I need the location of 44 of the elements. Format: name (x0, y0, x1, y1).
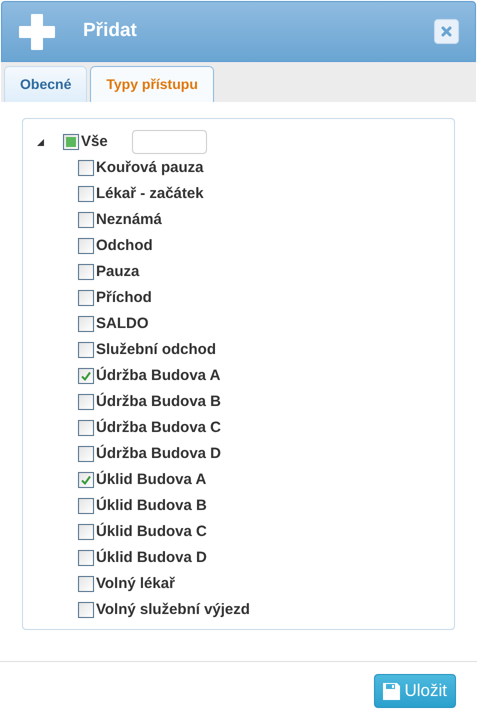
window-title: Přidat (83, 19, 137, 44)
checkbox[interactable] (78, 498, 94, 514)
checkbox[interactable] (78, 342, 94, 358)
tree-item[interactable]: Služební odchod (96, 338, 216, 362)
close-icon (441, 26, 452, 37)
tree-item[interactable]: Úklid Budova C (96, 520, 207, 544)
checkbox[interactable] (63, 134, 79, 150)
checkbox[interactable] (78, 290, 94, 306)
checkbox[interactable] (78, 446, 94, 462)
checkbox[interactable] (78, 212, 94, 228)
checkbox[interactable] (78, 186, 94, 202)
checkbox[interactable] (78, 394, 94, 410)
tree-item[interactable]: Údržba Budova B (96, 390, 222, 414)
collapse-icon[interactable] (37, 138, 44, 146)
checkbox[interactable] (78, 550, 94, 566)
tree-item[interactable]: Pauza (96, 260, 140, 284)
checkbox[interactable] (78, 524, 94, 540)
tree-item[interactable]: Úklid Budova D (96, 546, 207, 570)
tree-item[interactable]: Odchod (96, 234, 153, 258)
tab[interactable]: Obecné (4, 66, 88, 102)
checkbox[interactable] (78, 602, 94, 618)
plus-icon (18, 12, 56, 50)
checkbox[interactable] (78, 420, 94, 436)
checkbox[interactable] (78, 316, 94, 332)
tree-item[interactable]: Úklid Budova A (96, 468, 206, 492)
tree-item[interactable]: Příchod (96, 286, 152, 310)
checkbox[interactable] (78, 160, 94, 176)
tree-item[interactable]: Úklid Budova B (96, 494, 207, 518)
checkbox[interactable] (78, 238, 94, 254)
tree-item[interactable]: Lékař - začátek (96, 182, 204, 206)
checkbox[interactable] (78, 264, 94, 280)
tree-item[interactable]: Neznámá (96, 208, 162, 232)
checkbox[interactable] (78, 576, 94, 592)
tree-item[interactable]: SALDO (96, 312, 148, 336)
tree-item[interactable]: Údržba Budova C (96, 416, 222, 440)
tree-item[interactable]: Kouřová pauza (96, 156, 204, 180)
tree-item[interactable]: Volný služební výjezd (96, 598, 250, 622)
checkbox[interactable] (78, 472, 94, 488)
tree-item[interactable]: Údržba Budova A (96, 364, 220, 388)
tree-item[interactable]: Volný lékař (96, 572, 175, 596)
tree-item[interactable]: Vše (81, 130, 108, 154)
tree-item[interactable]: Údržba Budova D (96, 442, 222, 466)
checkbox[interactable] (78, 368, 94, 384)
filter-field[interactable] (132, 130, 207, 154)
